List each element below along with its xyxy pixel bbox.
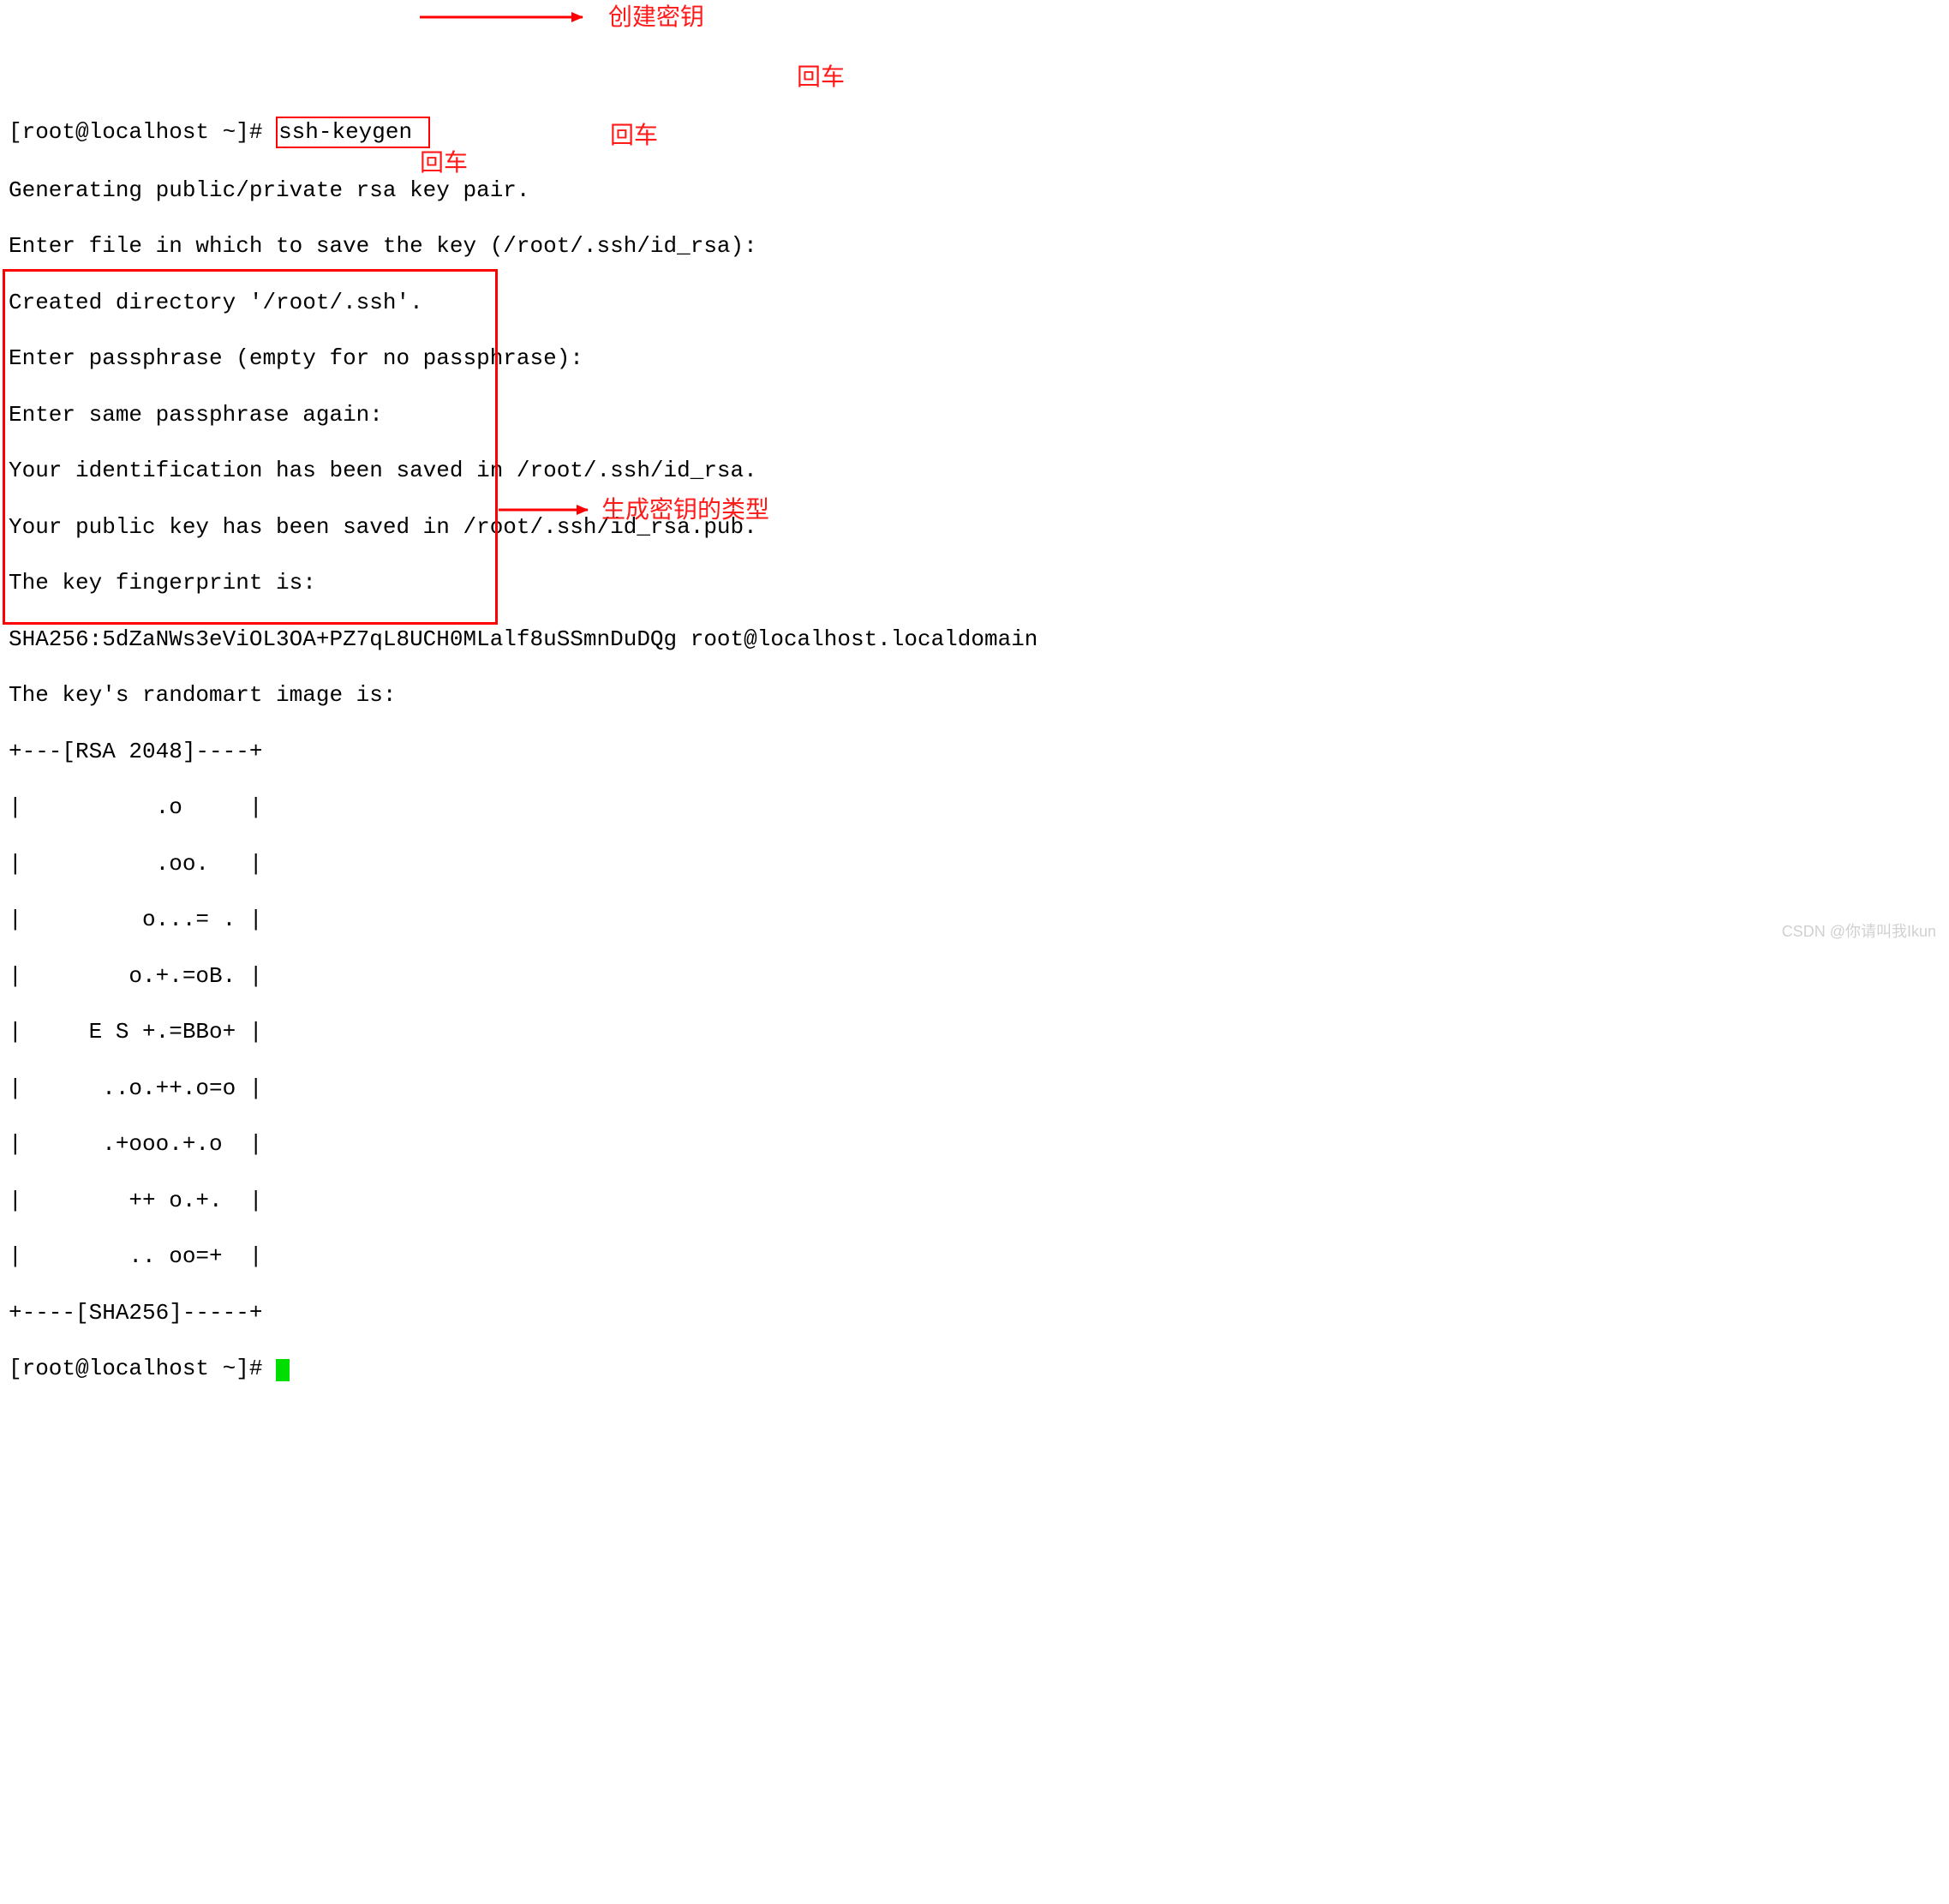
randomart-line: | ++ o.+. |	[9, 1187, 1940, 1215]
annotation-key-type: 生成密钥的类型	[601, 494, 769, 524]
randomart-line: +---[RSA 2048]----+	[9, 738, 1940, 766]
command-ssh-keygen[interactable]: ssh-keygen	[276, 117, 430, 148]
shell-prompt[interactable]: [root@localhost ~]#	[9, 1356, 276, 1381]
annotation-enter: 回车	[420, 147, 468, 177]
terminal-cursor[interactable]	[276, 1359, 290, 1381]
output-line: SHA256:5dZaNWs3eViOL3OA+PZ7qL8UCH0MLalf8…	[9, 626, 1940, 654]
output-line: Created directory '/root/.ssh'.	[9, 289, 1940, 317]
annotation-enter: 回车	[797, 62, 845, 92]
output-line: Enter file in which to save the key (/ro…	[9, 232, 1940, 260]
output-line: Enter passphrase (empty for no passphras…	[9, 344, 1940, 373]
randomart-line: +----[SHA256]-----+	[9, 1299, 1940, 1327]
randomart-line: | .o |	[9, 793, 1940, 822]
annotation-enter: 回车	[610, 120, 658, 150]
randomart-line: | o.+.=oB. |	[9, 962, 1940, 991]
output-line: The key's randomart image is:	[9, 681, 1940, 710]
output-line: Enter same passphrase again:	[9, 401, 1940, 429]
randomart-line: | E S +.=BBo+ |	[9, 1018, 1940, 1046]
annotation-create-key: 创建密钥	[608, 2, 704, 32]
randomart-line: | ..o.++.o=o |	[9, 1075, 1940, 1103]
randomart-line: | .+ooo.+.o |	[9, 1130, 1940, 1159]
randomart-line: | .. oo=+ |	[9, 1242, 1940, 1271]
shell-prompt: [root@localhost ~]#	[9, 119, 276, 145]
output-line: Your public key has been saved in /root/…	[9, 513, 1940, 542]
output-line: Generating public/private rsa key pair.	[9, 177, 1940, 205]
watermark-text: CSDN @你请叫我Ikun	[1782, 922, 1936, 942]
randomart-line: | .oo. |	[9, 850, 1940, 878]
randomart-line: | o...= . |	[9, 906, 1940, 934]
arrow-icon	[420, 0, 600, 34]
output-line: The key fingerprint is:	[9, 569, 1940, 597]
output-line: Your identification has been saved in /r…	[9, 457, 1940, 485]
